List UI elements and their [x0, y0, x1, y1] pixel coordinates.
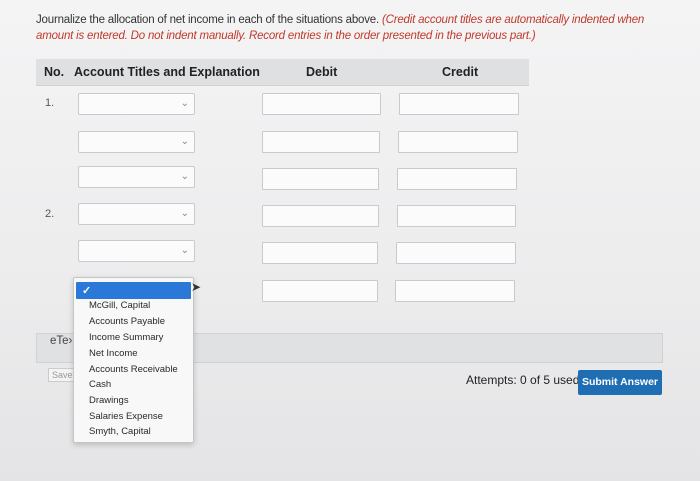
debit-input[interactable]	[262, 280, 378, 302]
dropdown-option[interactable]: Net Income	[89, 348, 138, 359]
debit-input[interactable]	[262, 205, 379, 227]
instructions: Journalize the allocation of net income …	[36, 12, 676, 44]
dropdown-option[interactable]: McGill, Capital	[89, 300, 150, 311]
credit-input[interactable]	[397, 168, 517, 190]
account-select[interactable]: ⌄	[78, 166, 195, 188]
instructions-text: Journalize the allocation of net income …	[36, 14, 382, 26]
dropdown-option[interactable]: Salaries Expense	[89, 411, 163, 422]
account-select[interactable]: ⌄	[78, 203, 195, 225]
account-select[interactable]: ⌄	[78, 93, 195, 115]
dropdown-option[interactable]: Cash	[89, 379, 111, 390]
dropdown-option[interactable]: Drawings	[89, 395, 129, 406]
chevron-down-icon: ⌄	[180, 171, 189, 182]
account-select[interactable]: ⌄	[78, 240, 195, 262]
journal-table-header: No. Account Titles and Explanation Debit…	[36, 59, 529, 86]
entry-number: 2.	[45, 208, 55, 220]
chevron-down-icon: ⌄	[180, 245, 189, 256]
mouse-cursor-icon: ➤	[191, 280, 202, 294]
check-icon: ✓	[82, 285, 92, 297]
chevron-down-icon: ⌄	[180, 98, 189, 109]
debit-input[interactable]	[262, 131, 380, 153]
debit-input[interactable]	[262, 242, 378, 264]
col-account-header: Account Titles and Explanation	[74, 65, 260, 79]
credit-input[interactable]	[397, 205, 516, 227]
dropdown-option[interactable]: Income Summary	[89, 332, 163, 343]
credit-input[interactable]	[398, 131, 518, 153]
dropdown-selected-option[interactable]: ✓	[76, 282, 191, 299]
credit-input[interactable]	[396, 242, 516, 264]
dropdown-option[interactable]: Smyth, Capital	[89, 426, 151, 437]
entry-number: 1.	[45, 97, 55, 109]
credit-input[interactable]	[399, 93, 519, 115]
debit-input[interactable]	[262, 168, 379, 190]
account-dropdown-menu: ✓ McGill, Capital Accounts Payable Incom…	[73, 277, 194, 443]
credit-input[interactable]	[395, 280, 515, 302]
attempts-counter: Attempts: 0 of 5 used	[466, 373, 580, 387]
submit-answer-button[interactable]: Submit Answer	[578, 370, 662, 395]
debit-input[interactable]	[262, 93, 381, 115]
journal-page: Journalize the allocation of net income …	[0, 0, 700, 481]
dropdown-option[interactable]: Accounts Payable	[89, 316, 165, 327]
chevron-down-icon: ⌄	[180, 208, 189, 219]
dropdown-option[interactable]: Accounts Receivable	[89, 364, 178, 375]
etext-link[interactable]: eTe›	[50, 335, 72, 347]
col-no-header: No.	[44, 65, 65, 79]
chevron-down-icon: ⌄	[180, 136, 189, 147]
account-select[interactable]: ⌄	[78, 131, 195, 153]
col-credit-header: Credit	[442, 65, 479, 79]
col-debit-header: Debit	[306, 65, 338, 79]
